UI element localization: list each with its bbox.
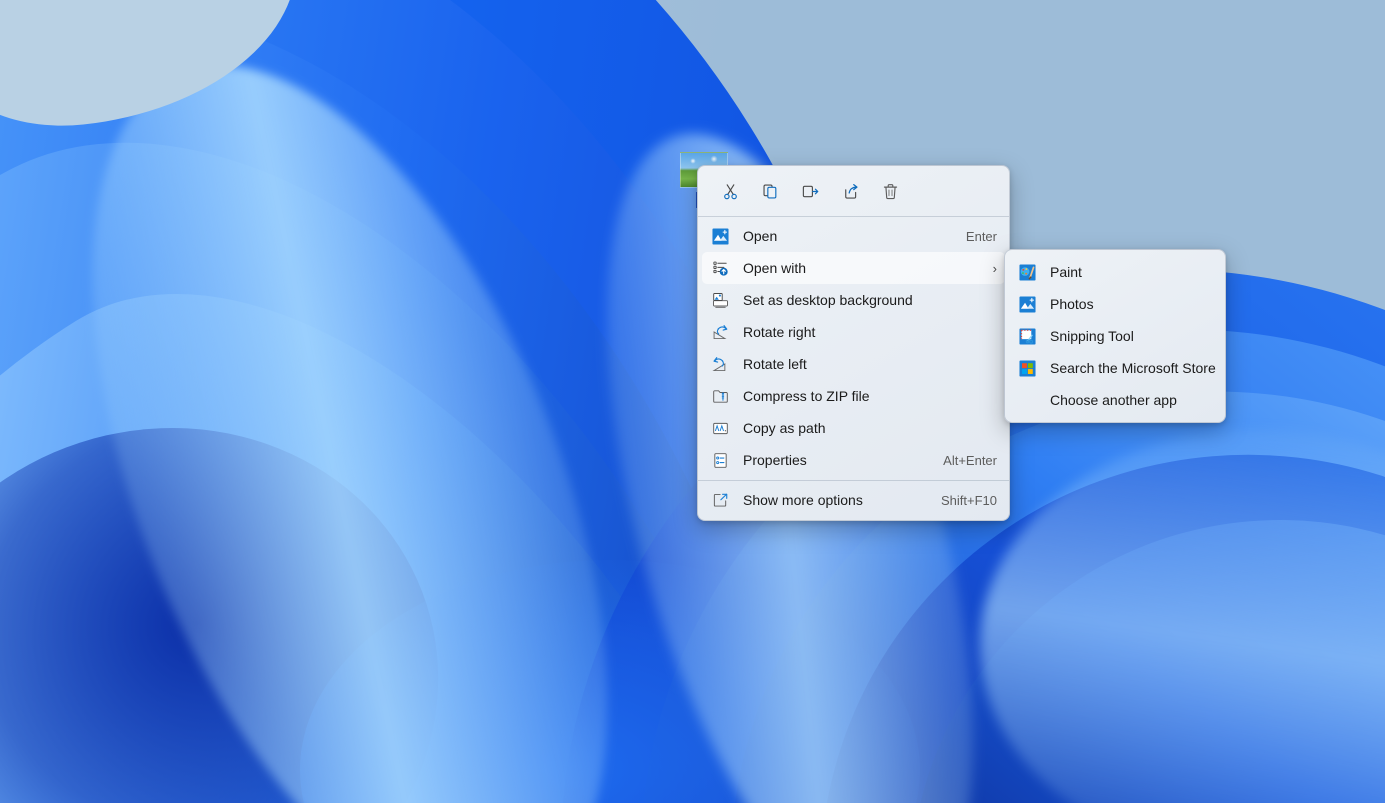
- context-menu-toolbar: [698, 166, 1009, 216]
- copy-button[interactable]: [750, 174, 790, 208]
- context-menu-footer: Show more options Shift+F10: [698, 481, 1009, 520]
- zip-folder-icon: [711, 387, 729, 405]
- menu-item-rotate-left[interactable]: Rotate left: [702, 348, 1005, 380]
- copy-path-icon: [711, 419, 729, 437]
- open-with-submenu[interactable]: Paint Photos Snipping Tool: [1004, 249, 1226, 423]
- context-menu-items: Open Enter Open with ›: [698, 217, 1009, 480]
- delete-button[interactable]: [870, 174, 910, 208]
- photos-app-icon: [711, 227, 729, 245]
- menu-item-set-as-desktop-background-label: Set as desktop background: [743, 292, 997, 308]
- no-icon-placeholder: [1018, 391, 1036, 409]
- open-with-icon: [711, 259, 729, 277]
- menu-item-show-more-options-accel: Shift+F10: [941, 493, 997, 508]
- submenu-item-choose-another-app[interactable]: Choose another app: [1009, 384, 1221, 416]
- menu-item-open-label: Open: [743, 228, 954, 244]
- copy-icon: [761, 182, 780, 201]
- submenu-item-search-microsoft-store[interactable]: Search the Microsoft Store: [1009, 352, 1221, 384]
- paint-app-icon: [1018, 263, 1036, 281]
- submenu-item-snipping-tool-label: Snipping Tool: [1050, 328, 1134, 344]
- cut-button[interactable]: [710, 174, 750, 208]
- submenu-item-photos[interactable]: Photos: [1009, 288, 1221, 320]
- cut-icon: [721, 182, 740, 201]
- menu-item-open[interactable]: Open Enter: [702, 220, 1005, 252]
- rename-icon: [801, 182, 820, 201]
- show-more-options-icon: [711, 491, 729, 509]
- rotate-right-icon: [711, 323, 729, 341]
- photos-app-icon: [1018, 295, 1036, 313]
- microsoft-store-app-icon: [1018, 359, 1036, 377]
- rename-button[interactable]: [790, 174, 830, 208]
- menu-item-rotate-right-label: Rotate right: [743, 324, 997, 340]
- menu-item-copy-as-path[interactable]: Copy as path: [702, 412, 1005, 444]
- rotate-left-icon: [711, 355, 729, 373]
- snipping-tool-app-icon: [1018, 327, 1036, 345]
- menu-item-open-accel: Enter: [966, 229, 997, 244]
- submenu-item-search-microsoft-store-label: Search the Microsoft Store: [1050, 360, 1216, 376]
- menu-item-compress-to-zip[interactable]: Compress to ZIP file: [702, 380, 1005, 412]
- menu-item-properties[interactable]: Properties Alt+Enter: [702, 444, 1005, 476]
- submenu-item-choose-another-app-label: Choose another app: [1050, 392, 1177, 408]
- menu-item-compress-to-zip-label: Compress to ZIP file: [743, 388, 997, 404]
- desktop-background-icon: [711, 291, 729, 309]
- menu-item-properties-label: Properties: [743, 452, 931, 468]
- share-button[interactable]: [830, 174, 870, 208]
- submenu-item-paint-label: Paint: [1050, 264, 1082, 280]
- menu-item-show-more-options-label: Show more options: [743, 492, 929, 508]
- menu-item-rotate-left-label: Rotate left: [743, 356, 997, 372]
- menu-item-copy-as-path-label: Copy as path: [743, 420, 997, 436]
- menu-item-show-more-options[interactable]: Show more options Shift+F10: [702, 484, 1005, 516]
- share-icon: [841, 182, 860, 201]
- submenu-item-snipping-tool[interactable]: Snipping Tool: [1009, 320, 1221, 352]
- menu-item-open-with-label: Open with: [743, 260, 983, 276]
- chevron-right-icon: ›: [993, 262, 997, 275]
- menu-item-set-as-desktop-background[interactable]: Set as desktop background: [702, 284, 1005, 316]
- delete-icon: [881, 182, 900, 201]
- menu-item-properties-accel: Alt+Enter: [943, 453, 997, 468]
- file-context-menu[interactable]: Open Enter Open with ›: [697, 165, 1010, 521]
- submenu-item-paint[interactable]: Paint: [1009, 256, 1221, 288]
- submenu-item-photos-label: Photos: [1050, 296, 1094, 312]
- menu-item-open-with[interactable]: Open with ›: [702, 252, 1005, 284]
- menu-item-rotate-right[interactable]: Rotate right: [702, 316, 1005, 348]
- properties-icon: [711, 451, 729, 469]
